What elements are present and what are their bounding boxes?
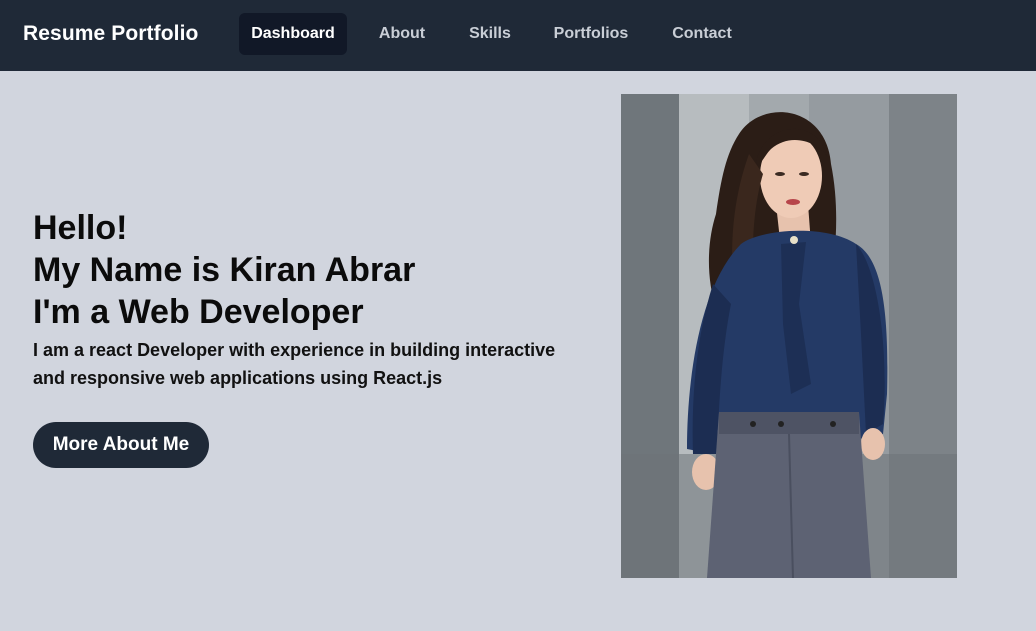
profile-photo	[621, 94, 957, 578]
hero-name-line: My Name is Kiran Abrar	[33, 251, 416, 289]
more-about-me-button[interactable]: More About Me	[33, 422, 209, 468]
nav-item-contact[interactable]: Contact	[660, 13, 744, 55]
nav-item-dashboard[interactable]: Dashboard	[239, 13, 347, 55]
nav-item-about[interactable]: About	[366, 13, 438, 55]
hero-text-block: Hello! My Name is Kiran Abrar I'm a Web …	[33, 207, 593, 392]
brand-logo-text[interactable]: Resume Portfolio	[23, 22, 198, 46]
hero-intro-paragraph: I am a react Developer with experience i…	[33, 340, 556, 388]
profile-photo-illustration	[621, 94, 957, 578]
nav-item-skills[interactable]: Skills	[458, 13, 522, 55]
top-navbar: Resume Portfolio Dashboard About Skills …	[0, 0, 1036, 71]
hero-role-line: I'm a Web Developer	[33, 293, 364, 331]
hero-greeting: Hello!	[33, 209, 128, 247]
nav-item-portfolios[interactable]: Portfolios	[542, 13, 640, 55]
